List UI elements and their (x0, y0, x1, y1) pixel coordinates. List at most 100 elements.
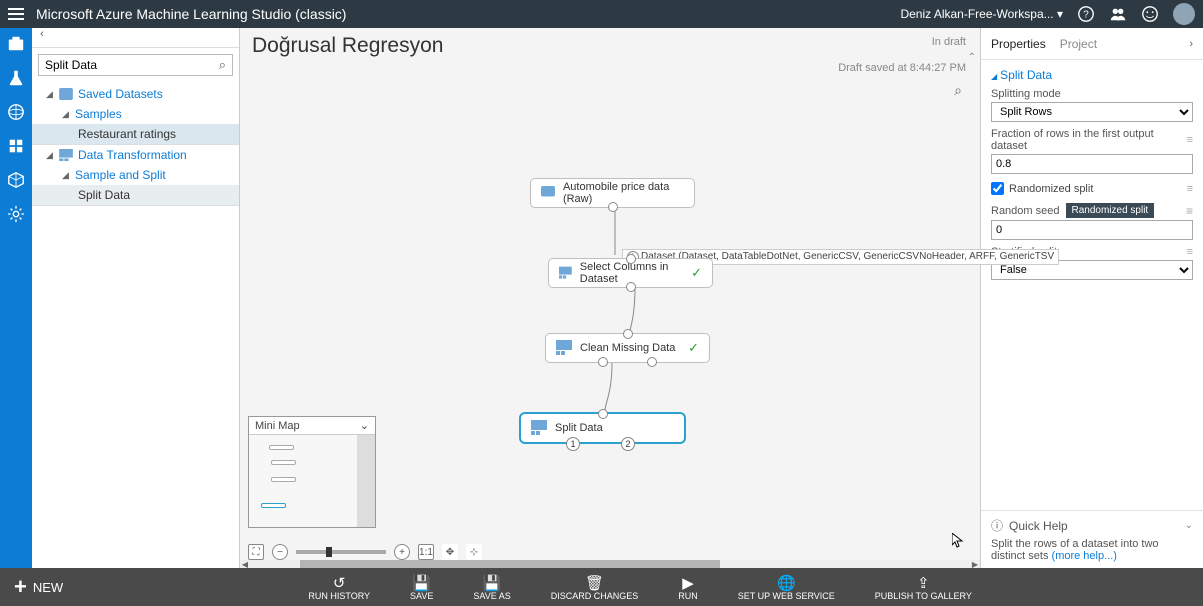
rail-webservice-icon[interactable] (6, 102, 26, 122)
rail-datasets-icon[interactable] (6, 136, 26, 156)
palette-search[interactable]: ⌕ (38, 54, 233, 76)
zoom-slider[interactable] (296, 550, 386, 554)
tree-sample-split[interactable]: ◢ Sample and Split (32, 165, 239, 185)
smiley-icon[interactable] (1141, 5, 1159, 23)
search-icon: ⌕ (219, 57, 226, 73)
rail-projects-icon[interactable] (6, 34, 26, 54)
tree-label: Samples (75, 107, 122, 121)
save-button[interactable]: 💾SAVE (410, 574, 433, 601)
tree-saved-datasets[interactable]: ◢ Saved Datasets (32, 84, 239, 104)
tab-properties[interactable]: Properties (991, 37, 1046, 51)
node-label: Automobile price data (Raw) (563, 181, 684, 205)
handle-icon[interactable]: ≡ (1187, 183, 1193, 195)
module-palette: ‹ ⌕ ◢ Saved Datasets ◢ Samples Restauran… (32, 28, 240, 568)
zoom-center-icon[interactable]: ⊹ (466, 544, 482, 560)
chevron-down-icon[interactable]: ⌄ (360, 419, 369, 432)
tree-label: Restaurant ratings (78, 127, 176, 141)
experiment-title[interactable]: Doğrusal Regresyon (252, 34, 443, 58)
handle-icon[interactable]: ≡ (1186, 204, 1193, 218)
left-rail (0, 28, 32, 568)
topbar: Microsoft Azure Machine Learning Studio … (0, 0, 1203, 28)
experiment-canvas[interactable]: Doğrusal Regresyon In draft Draft saved … (240, 28, 981, 568)
chevron-down-icon: ◢ (62, 170, 70, 181)
palette-search-input[interactable] (45, 58, 219, 72)
chevron-down-icon: ◢ (46, 150, 54, 161)
output-port[interactable] (608, 202, 618, 212)
rail-settings-icon[interactable] (6, 204, 26, 224)
input-port[interactable] (598, 409, 608, 419)
output-port-2[interactable]: 2 (621, 437, 635, 451)
zoom-fit-button[interactable]: ⛶ (248, 544, 264, 560)
input-fraction[interactable] (991, 154, 1193, 174)
zoom-in-button[interactable]: + (394, 544, 410, 560)
hamburger-icon[interactable] (8, 8, 24, 20)
handle-icon[interactable]: ≡ (1187, 246, 1193, 258)
people-icon[interactable] (1109, 5, 1127, 23)
app-title: Microsoft Azure Machine Learning Studio … (36, 6, 900, 22)
palette-collapse-icon[interactable]: ‹ (32, 28, 52, 47)
tree-label: Sample and Split (75, 168, 166, 182)
run-history-button[interactable]: ↺RUN HISTORY (308, 574, 370, 601)
rail-models-icon[interactable] (6, 170, 26, 190)
input-port[interactable] (626, 254, 636, 264)
chevron-down-icon[interactable]: ⌄ (1185, 520, 1193, 531)
tree-data-transformation[interactable]: ◢ Data Transformation (32, 145, 239, 165)
check-icon: ✓ (688, 340, 699, 356)
node-split-data[interactable]: Split Data 1 2 (520, 413, 685, 443)
zoom-out-button[interactable]: − (272, 544, 288, 560)
node-automobile-price[interactable]: Automobile price data (Raw) (530, 178, 695, 208)
input-random-seed[interactable] (991, 220, 1193, 240)
tree-item-restaurant-ratings[interactable]: Restaurant ratings (32, 124, 239, 145)
quickhelp-title: Quick Help (1009, 519, 1068, 533)
zoom-actual-button[interactable]: 1:1 (418, 544, 434, 560)
canvas-scrollbar[interactable]: ◀▶ (240, 560, 980, 568)
section-title[interactable]: ◢Split Data (991, 68, 1193, 82)
node-select-columns[interactable]: Select Columns in Dataset ✓ (548, 258, 713, 288)
setup-web-service-button[interactable]: 🌐SET UP WEB SERVICE (738, 574, 835, 601)
output-port[interactable] (626, 282, 636, 292)
save-icon: 💾 (412, 574, 431, 590)
panel-expand-icon[interactable]: › (1189, 38, 1193, 50)
select-splitting-mode[interactable]: Split Rows (991, 102, 1193, 122)
minimap-title: Mini Map (255, 420, 300, 432)
tree-samples[interactable]: ◢ Samples (32, 104, 239, 124)
run-button[interactable]: ▶RUN (678, 574, 698, 601)
history-icon: ↺ (333, 574, 346, 590)
module-icon (59, 149, 73, 161)
avatar[interactable] (1173, 3, 1195, 25)
node-label: Clean Missing Data (580, 342, 675, 354)
output-port-1[interactable]: 1 (566, 437, 580, 451)
node-label: Split Data (555, 422, 603, 434)
upload-icon: ⇪ (917, 574, 930, 590)
zoom-toolbar: ⛶ − + 1:1 ✥ ⊹ (248, 544, 482, 560)
plus-icon: + (14, 574, 27, 600)
discard-button[interactable]: 🗑DISCARD CHANGES (551, 574, 639, 601)
trash-icon: 🗑 (585, 574, 604, 590)
new-button[interactable]: + NEW (0, 574, 77, 600)
workspace-dropdown[interactable]: Deniz Alkan-Free-Workspa... ▾ (900, 7, 1063, 21)
checkbox-randomized[interactable]: Randomized split ≡ (991, 182, 1193, 195)
chevron-down-icon: ◢ (46, 89, 54, 100)
help-icon[interactable]: ? (1077, 5, 1095, 23)
node-clean-missing[interactable]: Clean Missing Data ✓ (545, 333, 710, 363)
check-icon: ✓ (691, 265, 702, 281)
handle-icon[interactable]: ≡ (1187, 134, 1193, 146)
minimap[interactable]: Mini Map ⌄ (248, 416, 376, 528)
output-port-2[interactable] (647, 357, 657, 367)
svg-text:?: ? (1083, 10, 1089, 21)
rail-experiments-icon[interactable] (6, 68, 26, 88)
zoom-pan-icon[interactable]: ✥ (442, 544, 458, 560)
save-as-icon: 💾 (483, 574, 502, 590)
tree-label: Data Transformation (78, 148, 187, 162)
checkbox-input[interactable] (991, 182, 1004, 195)
input-port[interactable] (623, 329, 633, 339)
save-as-button[interactable]: 💾SAVE AS (473, 574, 510, 601)
tab-project[interactable]: Project (1060, 37, 1097, 51)
more-help-link[interactable]: (more help...) (1052, 550, 1117, 562)
mouse-cursor (952, 533, 964, 549)
properties-panel: Properties Project › ◢Split Data Splitti… (981, 28, 1203, 568)
play-icon: ▶ (682, 574, 694, 590)
publish-gallery-button[interactable]: ⇪PUBLISH TO GALLERY (875, 574, 972, 601)
output-port[interactable] (598, 357, 608, 367)
tree-item-split-data[interactable]: Split Data (32, 185, 239, 206)
